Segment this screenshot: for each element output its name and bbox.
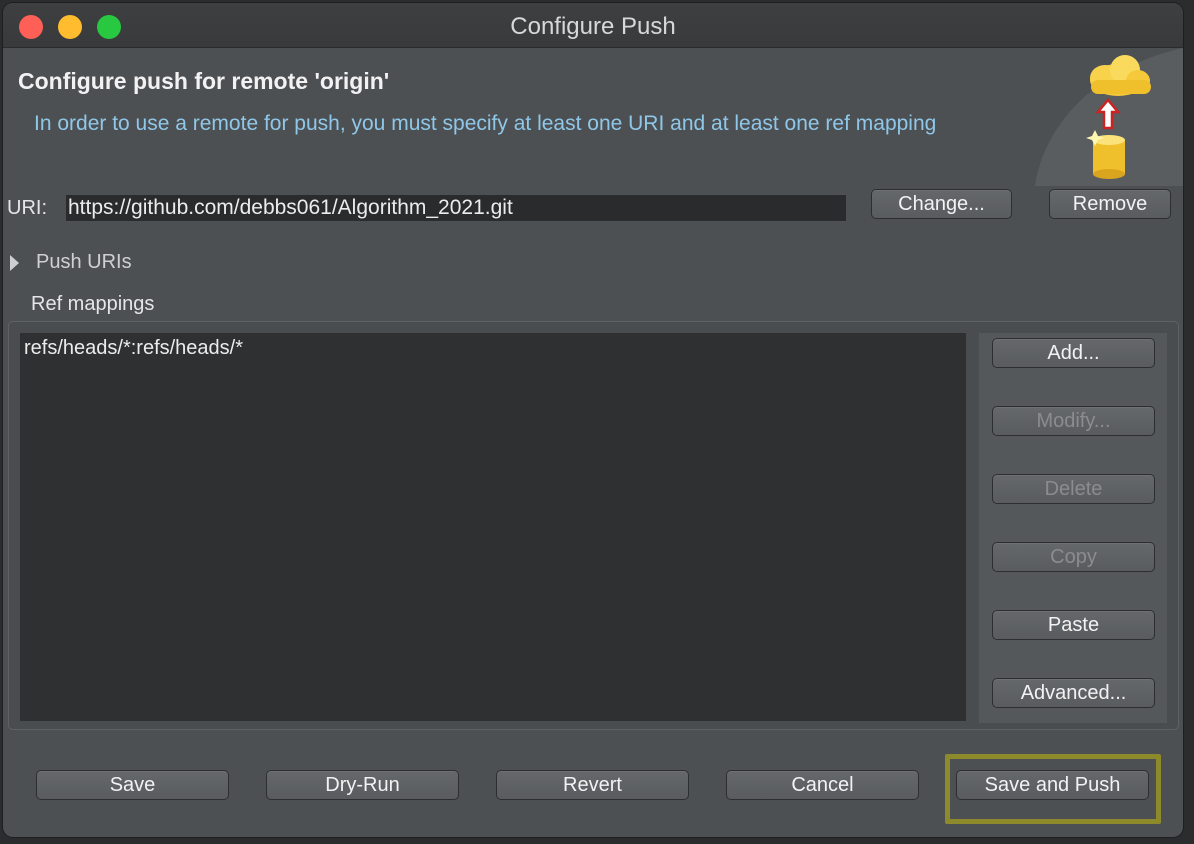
advanced-ref-mapping-button[interactable]: Advanced...: [992, 678, 1155, 708]
ref-mappings-button-panel: [979, 333, 1167, 723]
ref-mappings-label: Ref mappings: [31, 293, 155, 315]
paste-ref-mapping-button[interactable]: Paste: [992, 610, 1155, 640]
configure-push-window: Configure Push Configure push for remote…: [3, 3, 1183, 837]
page-description: In order to use a remote for push, you m…: [34, 112, 937, 135]
add-ref-mapping-button[interactable]: Add...: [992, 338, 1155, 368]
dry-run-button[interactable]: Dry-Run: [266, 770, 459, 800]
save-button[interactable]: Save: [36, 770, 229, 800]
push-to-cloud-icon: [1035, 48, 1183, 186]
revert-button[interactable]: Revert: [496, 770, 689, 800]
list-item[interactable]: refs/heads/*:refs/heads/*: [24, 337, 243, 360]
title-bar[interactable]: Configure Push: [3, 3, 1183, 48]
uri-field[interactable]: https://github.com/debbs061/Algorithm_20…: [66, 195, 846, 221]
copy-ref-mapping-button[interactable]: Copy: [992, 542, 1155, 572]
push-uris-toggle[interactable]: Push URIs: [36, 251, 132, 274]
save-and-push-button[interactable]: Save and Push: [956, 770, 1149, 800]
change-uri-button[interactable]: Change...: [871, 189, 1012, 219]
page-title: Configure push for remote 'origin': [18, 68, 390, 94]
uri-label: URI:: [7, 197, 47, 219]
cancel-button[interactable]: Cancel: [726, 770, 919, 800]
remove-uri-button[interactable]: Remove: [1049, 189, 1171, 219]
modify-ref-mapping-button[interactable]: Modify...: [992, 406, 1155, 436]
window-title: Configure Push: [510, 13, 676, 40]
delete-ref-mapping-button[interactable]: Delete: [992, 474, 1155, 504]
ref-mappings-list[interactable]: refs/heads/*:refs/heads/*: [20, 333, 966, 721]
wizard-header: Configure push for remote 'origin' In or…: [3, 48, 1183, 186]
expand-arrow-icon[interactable]: [10, 255, 19, 271]
